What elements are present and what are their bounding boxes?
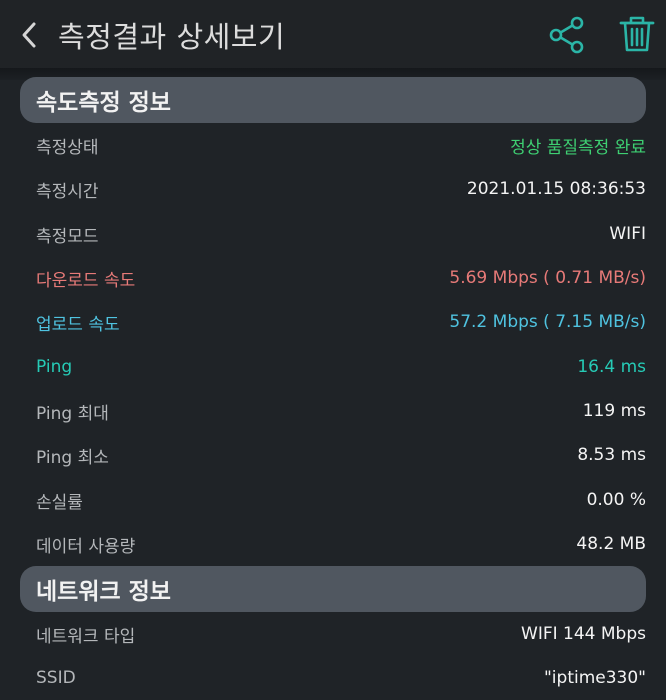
row-upload: 업로드 속도 57.2 Mbps ( 7.15 MB/s) <box>0 300 666 344</box>
row-value: 48.2 MB <box>576 534 646 554</box>
row-label: Ping 최대 <box>36 403 109 424</box>
row-value: 2021.01.15 08:36:53 <box>466 179 646 199</box>
row-data-usage: 데이터 사용량 48.2 MB <box>0 522 666 566</box>
trash-icon <box>619 16 655 52</box>
row-value: 16.4 ms <box>577 357 646 377</box>
row-value: 0.00 % <box>586 490 646 510</box>
row-ping-min: Ping 최소 8.53 ms <box>0 433 666 477</box>
row-label: 네트워크 타입 <box>36 626 136 647</box>
delete-button[interactable] <box>618 14 656 54</box>
row-time: 측정시간 2021.01.15 08:36:53 <box>0 167 666 211</box>
row-label: Ping 최소 <box>36 447 109 468</box>
row-download: 다운로드 속도 5.69 Mbps ( 0.71 MB/s) <box>0 256 666 300</box>
row-label: 다운로드 속도 <box>36 270 136 291</box>
share-button[interactable] <box>548 16 586 54</box>
row-ping: Ping 16.4 ms <box>0 345 666 389</box>
row-label: Ping <box>36 357 73 377</box>
row-label: SSID <box>36 668 76 688</box>
page-title: 측정결과 상세보기 <box>58 20 286 54</box>
share-icon <box>549 16 584 54</box>
row-ssid: SSID "iptime330" <box>0 656 666 700</box>
row-status: 측정상태 정상 품질측정 완료 <box>0 123 666 167</box>
row-label: 데이터 사용량 <box>36 536 136 557</box>
row-value: "iptime330" <box>543 668 646 688</box>
row-loss: 손실률 0.00 % <box>0 478 666 522</box>
row-label: 측정시간 <box>36 181 99 202</box>
row-label: 업로드 속도 <box>36 314 120 335</box>
chevron-left-icon <box>22 22 36 48</box>
section-header-speed: 속도측정 정보 <box>20 77 646 123</box>
row-value: WIFI <box>609 224 646 244</box>
back-button[interactable] <box>14 17 44 53</box>
row-label: 손실률 <box>36 492 83 513</box>
row-value: 57.2 Mbps ( 7.15 MB/s) <box>449 312 646 332</box>
row-value: 5.69 Mbps ( 0.71 MB/s) <box>449 268 646 288</box>
row-mode: 측정모드 WIFI <box>0 212 666 256</box>
row-value: 정상 품질측정 완료 <box>510 137 646 158</box>
row-ping-max: Ping 최대 119 ms <box>0 389 666 433</box>
row-network-type: 네트워크 타입 WIFI 144 Mbps <box>0 612 666 656</box>
row-label: 측정모드 <box>36 226 99 247</box>
app-header: 측정결과 상세보기 <box>0 0 666 70</box>
row-value: 8.53 ms <box>577 445 646 465</box>
section-header-network: 네트워크 정보 <box>20 566 646 612</box>
row-value: 119 ms <box>582 401 646 421</box>
row-value: WIFI 144 Mbps <box>521 624 646 644</box>
row-label: 측정상태 <box>36 137 99 158</box>
